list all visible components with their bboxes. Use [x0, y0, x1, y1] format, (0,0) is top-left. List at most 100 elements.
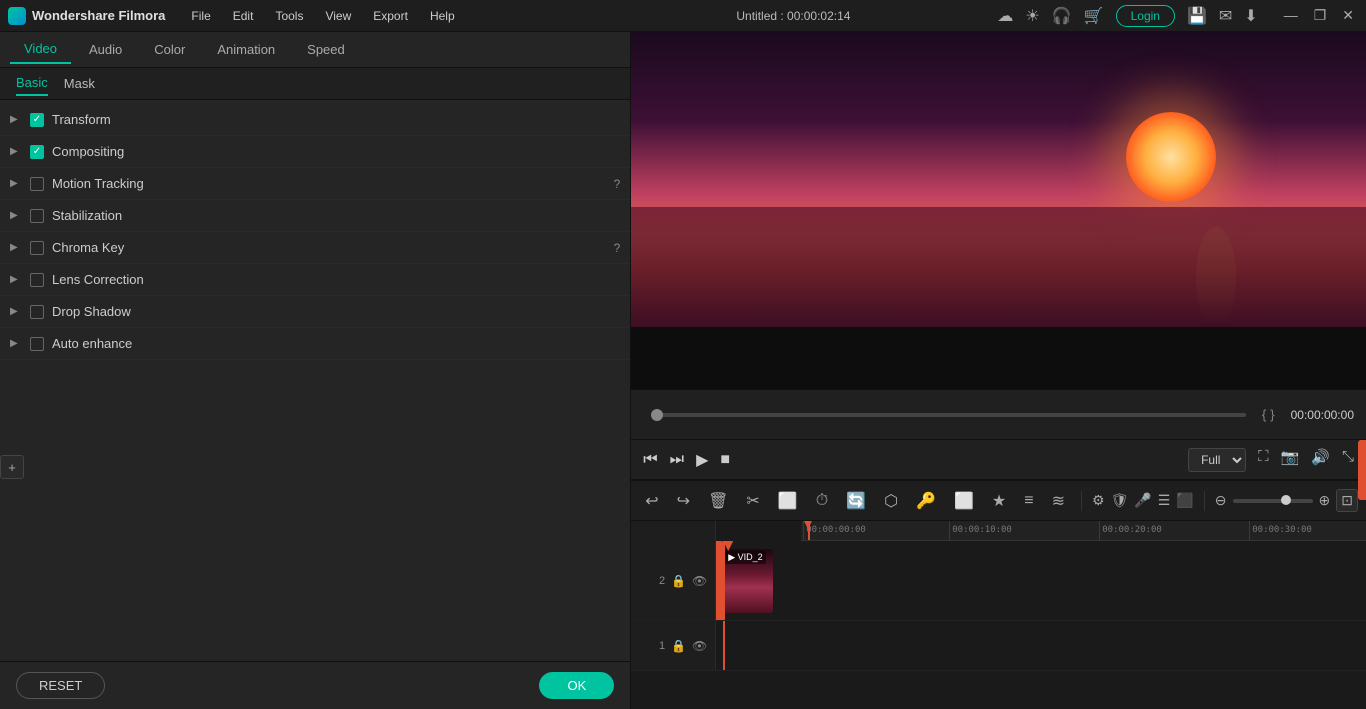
label-lens-correction: Lens Correction — [52, 272, 620, 287]
playback-timeline-row: { } 00:00:00:00 — [631, 389, 1366, 439]
view-icons: Full 1/2 1/4 ⛶ 📷 🔊 ⤡ — [1188, 448, 1354, 472]
app-name: Wondershare Filmora — [32, 8, 165, 23]
playback-thumb[interactable] — [651, 409, 663, 421]
menu-view[interactable]: View — [315, 5, 361, 27]
checkbox-stabilization[interactable] — [30, 209, 44, 223]
prop-drop-shadow[interactable]: ▶ Drop Shadow — [0, 296, 630, 328]
toolbar-right: ⚙ 🛡 🎤 ☰ ⬛ ⊖ ⊕ ⊡ — [1092, 489, 1358, 512]
screenshot-icon[interactable]: 📷 — [1281, 448, 1300, 472]
label-compositing: Compositing — [52, 144, 620, 159]
sun-icon[interactable]: ☀ — [1025, 6, 1039, 26]
speed-button[interactable]: ⏱ — [810, 488, 834, 514]
tab-animation[interactable]: Animation — [203, 36, 289, 63]
quality-select[interactable]: Full 1/2 1/4 — [1188, 448, 1246, 472]
crop-button[interactable]: ⬜ — [772, 487, 804, 515]
mic-icon[interactable]: 🎤 — [1134, 492, 1151, 509]
track-body-2[interactable]: ▶ VID_2 — [716, 541, 1366, 620]
expand-icon[interactable]: ⤡ — [1342, 448, 1354, 472]
tab-speed[interactable]: Speed — [293, 36, 359, 63]
cloud-icon[interactable]: ☁ — [997, 6, 1013, 26]
checkbox-motion-tracking[interactable] — [30, 177, 44, 191]
fullscreen-icon[interactable]: ⛶ — [1258, 448, 1269, 472]
delete-button[interactable]: 🗑 — [702, 487, 734, 515]
checkbox-lens-correction[interactable] — [30, 273, 44, 287]
color-button[interactable]: ★ — [986, 487, 1012, 515]
track-lock-icon-1[interactable]: 🔒 — [671, 639, 686, 653]
stop-button[interactable]: ■ — [720, 451, 730, 469]
zoom-out-icon[interactable]: ⊖ — [1215, 492, 1227, 509]
help-icon-motion-tracking[interactable]: ? — [614, 177, 621, 191]
ok-button[interactable]: OK — [539, 672, 614, 699]
effects-icon[interactable]: ⚙ — [1092, 492, 1105, 509]
prop-stabilization[interactable]: ▶ Stabilization — [0, 200, 630, 232]
tab-video[interactable]: Video — [10, 35, 71, 64]
tab-color[interactable]: Color — [140, 36, 199, 63]
step-forward-button[interactable]: ⏭ — [670, 451, 684, 469]
checkbox-chroma-key[interactable] — [30, 241, 44, 255]
menu-help[interactable]: Help — [420, 5, 465, 27]
menu-file[interactable]: File — [181, 5, 220, 27]
maximize-button[interactable]: ❐ — [1310, 7, 1331, 24]
cut-button[interactable]: ✂ — [740, 487, 765, 515]
undo-button[interactable]: ↩ — [639, 487, 664, 515]
close-button[interactable]: ✕ — [1338, 7, 1358, 24]
save-icon[interactable]: 💾 — [1187, 6, 1207, 26]
prop-motion-tracking[interactable]: ▶ Motion Tracking ? — [0, 168, 630, 200]
cart-icon[interactable]: 🛒 — [1084, 6, 1104, 26]
track-clip-2[interactable]: ▶ VID_2 — [723, 549, 773, 613]
waveform-button[interactable]: ≋ — [1046, 487, 1071, 515]
play-controls: ⏮ ⏭ ▶ ■ — [643, 450, 730, 470]
add-track-button[interactable]: + — [0, 455, 24, 479]
headphone-icon[interactable]: 🎧 — [1052, 6, 1072, 26]
sub-tabs: Basic Mask — [0, 68, 630, 100]
tick-0: 00:00:00:00 — [803, 521, 866, 541]
main-area: Video Audio Color Animation Speed Basic … — [0, 32, 1366, 709]
minimize-button[interactable]: — — [1280, 7, 1302, 24]
track-eye-icon-1[interactable]: 👁 — [692, 639, 707, 653]
fit-button[interactable]: ⬜ — [948, 487, 980, 515]
mail-icon[interactable]: ✉ — [1219, 6, 1232, 26]
audio-button[interactable]: ≡ — [1018, 488, 1039, 514]
menu-export[interactable]: Export — [363, 5, 418, 27]
prop-compositing[interactable]: ▶ Compositing — [0, 136, 630, 168]
track-lock-icon-2[interactable]: 🔒 — [671, 574, 686, 588]
captions-icon[interactable]: ⬛ — [1176, 492, 1193, 509]
bottom-buttons: RESET OK — [0, 661, 630, 709]
subtab-mask[interactable]: Mask — [64, 72, 95, 95]
playback-timeline[interactable] — [651, 413, 1246, 417]
prop-lens-correction[interactable]: ▶ Lens Correction — [0, 264, 630, 296]
prop-transform[interactable]: ▶ Transform — [0, 104, 630, 136]
playhead-triangle — [804, 521, 812, 529]
download-icon[interactable]: ⬇ — [1244, 6, 1257, 26]
left-clip-indicator[interactable] — [716, 541, 724, 620]
play-button[interactable]: ▶ — [696, 450, 708, 470]
mask-button[interactable]: ⬡ — [878, 487, 904, 515]
track-body-1[interactable] — [716, 621, 1366, 670]
checkbox-compositing[interactable] — [30, 145, 44, 159]
menu-edit[interactable]: Edit — [223, 5, 264, 27]
zoom-reset-icon[interactable]: ⊡ — [1336, 489, 1358, 512]
right-edge-indicator — [1358, 440, 1366, 500]
reset-button[interactable]: RESET — [16, 672, 105, 699]
tab-audio[interactable]: Audio — [75, 36, 136, 63]
prop-chroma-key[interactable]: ▶ Chroma Key ? — [0, 232, 630, 264]
menu-tools[interactable]: Tools — [265, 5, 313, 27]
zoom-in-icon[interactable]: ⊕ — [1319, 492, 1331, 509]
shield-icon[interactable]: 🛡 — [1111, 492, 1129, 509]
subtab-basic[interactable]: Basic — [16, 71, 48, 96]
volume-icon[interactable]: 🔊 — [1311, 448, 1330, 472]
keyframe-button[interactable]: 🔑 — [910, 487, 942, 515]
zoom-slider[interactable] — [1233, 499, 1313, 503]
list-icon[interactable]: ☰ — [1158, 492, 1171, 509]
prop-auto-enhance[interactable]: ▶ Auto enhance — [0, 328, 630, 360]
track-label-1: 1 🔒 👁 — [631, 621, 716, 670]
help-icon-chroma-key[interactable]: ? — [614, 241, 621, 255]
rotate-button[interactable]: 🔄 — [840, 487, 872, 515]
step-back-button[interactable]: ⏮ — [643, 451, 657, 469]
checkbox-drop-shadow[interactable] — [30, 305, 44, 319]
checkbox-auto-enhance[interactable] — [30, 337, 44, 351]
checkbox-transform[interactable] — [30, 113, 44, 127]
redo-button[interactable]: ↪ — [671, 487, 696, 515]
login-button[interactable]: Login — [1116, 5, 1175, 27]
track-eye-icon-2[interactable]: 👁 — [692, 574, 707, 588]
